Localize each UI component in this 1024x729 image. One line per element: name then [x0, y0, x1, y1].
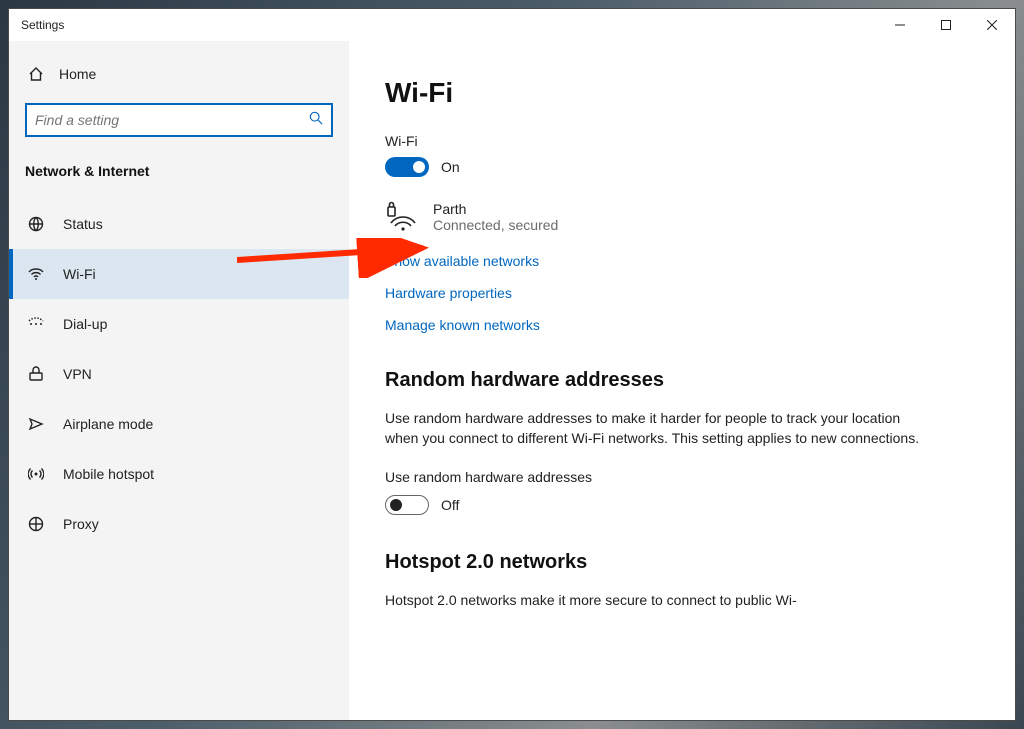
random-hw-toggle-label: Use random hardware addresses: [385, 469, 979, 485]
titlebar: Settings: [9, 9, 1015, 41]
window-title: Settings: [21, 18, 64, 32]
nav-list: Status Wi-Fi Dial-up: [9, 199, 349, 549]
sidebar-item-wifi[interactable]: Wi-Fi: [9, 249, 349, 299]
search-input[interactable]: [35, 112, 309, 128]
sidebar-item-label: Proxy: [63, 516, 99, 532]
sidebar-item-dialup[interactable]: Dial-up: [9, 299, 349, 349]
hotspot2-description: Hotspot 2.0 networks make it more secure…: [385, 590, 925, 610]
wifi-secured-icon: [385, 201, 417, 233]
main-content: Wi-Fi Wi-Fi On: [349, 41, 1015, 720]
sidebar-item-label: Wi-Fi: [63, 266, 96, 282]
category-header: Network & Internet: [9, 145, 349, 187]
hotspot2-section: Hotspot 2.0 networks Hotspot 2.0 network…: [385, 551, 979, 610]
link-show-networks[interactable]: Show available networks: [385, 253, 979, 269]
hotspot-icon: [27, 465, 45, 483]
link-hardware-properties[interactable]: Hardware properties: [385, 285, 979, 301]
home-button[interactable]: Home: [9, 55, 349, 93]
wifi-icon: [27, 265, 45, 283]
sidebar-item-airplane[interactable]: Airplane mode: [9, 399, 349, 449]
wifi-toggle-label: Wi-Fi: [385, 133, 979, 149]
hotspot2-title: Hotspot 2.0 networks: [385, 551, 979, 574]
wifi-toggle-state: On: [441, 159, 460, 175]
settings-window: Settings Home: [8, 8, 1016, 721]
sidebar-item-hotspot[interactable]: Mobile hotspot: [9, 449, 349, 499]
close-button[interactable]: [969, 9, 1015, 41]
proxy-icon: [27, 515, 45, 533]
wifi-toggle[interactable]: [385, 157, 429, 177]
wifi-links: Show available networks Hardware propert…: [385, 253, 979, 333]
page-title: Wi-Fi: [385, 77, 979, 109]
search-icon: [309, 111, 323, 130]
link-manage-known-networks[interactable]: Manage known networks: [385, 317, 979, 333]
window-controls: [877, 9, 1015, 41]
sidebar-item-proxy[interactable]: Proxy: [9, 499, 349, 549]
globe-icon: [27, 215, 45, 233]
minimize-button[interactable]: [877, 9, 923, 41]
sidebar-item-label: VPN: [63, 366, 92, 382]
random-hw-description: Use random hardware addresses to make it…: [385, 408, 925, 449]
random-hw-section: Random hardware addresses Use random har…: [385, 369, 979, 515]
maximize-button[interactable]: [923, 9, 969, 41]
client-area: Home Network & Internet Status: [9, 41, 1015, 720]
sidebar-item-status[interactable]: Status: [9, 199, 349, 249]
network-name: Parth: [433, 201, 558, 217]
sidebar-item-label: Status: [63, 216, 103, 232]
sidebar-item-label: Airplane mode: [63, 416, 153, 432]
sidebar: Home Network & Internet Status: [9, 41, 349, 720]
dialup-icon: [27, 315, 45, 333]
search-box[interactable]: [25, 103, 333, 137]
random-hw-toggle-state: Off: [441, 497, 459, 513]
vpn-icon: [27, 365, 45, 383]
wifi-toggle-section: Wi-Fi On: [385, 133, 979, 177]
sidebar-item-label: Dial-up: [63, 316, 107, 332]
random-hw-toggle[interactable]: [385, 495, 429, 515]
sidebar-item-vpn[interactable]: VPN: [9, 349, 349, 399]
random-hw-title: Random hardware addresses: [385, 369, 979, 392]
airplane-icon: [27, 415, 45, 433]
current-network[interactable]: Parth Connected, secured: [385, 201, 979, 233]
home-label: Home: [59, 66, 96, 82]
home-icon: [27, 65, 45, 83]
sidebar-item-label: Mobile hotspot: [63, 466, 154, 482]
network-status: Connected, secured: [433, 217, 558, 233]
